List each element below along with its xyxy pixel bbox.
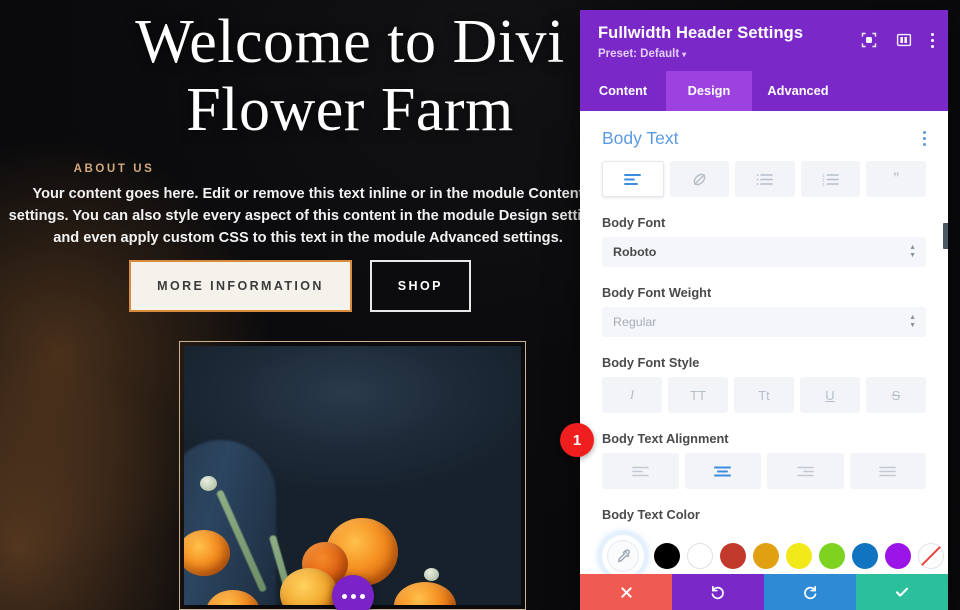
underline-icon[interactable]: U: [800, 377, 860, 413]
align-center-icon[interactable]: [684, 453, 761, 489]
body-text-section-header: Body Text: [596, 111, 932, 161]
swatch-purple[interactable]: [885, 543, 911, 569]
svg-text:3: 3: [822, 182, 825, 186]
panel-tabs: Content Design Advanced: [580, 71, 948, 111]
check-icon: [895, 587, 909, 597]
body-text-alignment-label: Body Text Alignment: [602, 431, 729, 446]
swatch-red[interactable]: [720, 543, 746, 569]
body-font-select[interactable]: Roboto ▲ ▼: [602, 237, 926, 267]
chevron-updown-icon: ▲ ▼: [909, 314, 916, 329]
panel-preset-label: Preset: Default: [598, 48, 680, 60]
swatch-orange[interactable]: [753, 543, 779, 569]
body-font-value: Roboto: [613, 245, 657, 259]
panel-action-bar: [580, 574, 948, 610]
redo-button[interactable]: [764, 574, 856, 610]
panel-scrollbar-track[interactable]: [943, 111, 948, 574]
screenshot-root: Welcome to Divi Flower Farm ABOUT US You…: [0, 0, 960, 610]
uppercase-icon[interactable]: TT: [668, 377, 728, 413]
flower-bud: [200, 476, 217, 491]
floating-options-button[interactable]: [332, 575, 374, 610]
ellipsis-icon: [359, 593, 365, 599]
strikethrough-icon[interactable]: S: [866, 377, 926, 413]
unordered-list-icon[interactable]: [735, 161, 795, 197]
shop-button[interactable]: SHOP: [369, 260, 471, 312]
capitalize-icon[interactable]: Tt: [734, 377, 794, 413]
redo-icon: [804, 585, 817, 600]
close-icon: [620, 586, 632, 598]
section-title: Body Text: [602, 128, 679, 148]
tab-content[interactable]: Content: [580, 71, 666, 111]
eyedropper-icon[interactable]: [602, 535, 644, 574]
link-icon[interactable]: [669, 161, 730, 197]
kebab-menu-icon[interactable]: [923, 131, 930, 146]
align-left-icon[interactable]: [602, 453, 679, 489]
flower-photo: [184, 346, 521, 605]
tab-advanced[interactable]: Advanced: [752, 71, 844, 111]
ordered-list-icon[interactable]: 1 2 3: [800, 161, 861, 197]
swatch-black[interactable]: [654, 543, 680, 569]
undo-icon: [711, 585, 724, 600]
hero-button-group: MORE INFORMATION SHOP: [0, 260, 600, 312]
paragraph-icon[interactable]: [602, 161, 664, 197]
body-text-color-label: Body Text Color: [602, 507, 700, 522]
save-button[interactable]: [856, 574, 948, 610]
swatch-white[interactable]: [687, 543, 713, 569]
swatch-blue[interactable]: [852, 543, 878, 569]
chevron-down-icon: ▾: [682, 50, 687, 59]
panel-header-icons: [861, 32, 934, 48]
swatch-yellow[interactable]: [786, 543, 812, 569]
panel-preset[interactable]: Preset: Default ▾: [598, 48, 930, 60]
body-font-style-label: Body Font Style: [602, 355, 700, 370]
blockquote-icon[interactable]: ”: [866, 161, 926, 197]
color-swatch-row: [596, 529, 944, 574]
layout-columns-icon[interactable]: [896, 32, 912, 48]
chevron-updown-icon: ▲ ▼: [909, 244, 916, 259]
panel-header: Fullwidth Header Settings Preset: Defaul…: [580, 10, 948, 71]
swatch-green[interactable]: [819, 543, 845, 569]
body-font-weight-select[interactable]: Regular ▲ ▼: [602, 307, 926, 337]
ellipsis-icon: [350, 593, 356, 599]
body-font-weight-value: Regular: [613, 315, 657, 329]
tab-design[interactable]: Design: [666, 71, 752, 111]
italic-icon[interactable]: I: [602, 377, 662, 413]
flower-bud: [424, 568, 439, 581]
focus-target-icon[interactable]: [861, 32, 877, 48]
more-information-button[interactable]: MORE INFORMATION: [129, 260, 352, 312]
cancel-button[interactable]: [580, 574, 672, 610]
about-us-label-text: ABOUT US: [73, 163, 155, 175]
body-font-weight-label: Body Font Weight: [602, 285, 712, 300]
panel-scrollbar-thumb[interactable]: [943, 223, 948, 249]
panel-body: Body Text 1 2 3 ” Body Font Roboto ▲ ▼ B…: [580, 111, 948, 574]
swatch-transparent[interactable]: [918, 543, 944, 569]
flower-bloom: [394, 582, 456, 605]
flower-photo-frame: [179, 341, 526, 610]
fullwidth-header-settings-panel: Fullwidth Header Settings Preset: Defaul…: [580, 10, 948, 610]
align-right-icon[interactable]: [767, 453, 844, 489]
body-text-alignment-group: [596, 453, 932, 489]
kebab-menu-icon[interactable]: [931, 32, 934, 48]
body-font-style-group: I TT Tt U S: [596, 377, 932, 413]
body-font-label: Body Font: [602, 215, 666, 230]
step-number-badge: 1: [560, 423, 594, 457]
undo-button[interactable]: [672, 574, 764, 610]
panel-scroll-content: Body Text 1 2 3 ” Body Font Roboto ▲ ▼ B…: [580, 111, 948, 574]
text-format-group: 1 2 3 ”: [596, 161, 932, 197]
about-us-label: ABOUT US: [0, 163, 580, 175]
about-body-text: Your content goes here. Edit or remove t…: [8, 186, 608, 246]
align-justify-icon[interactable]: [849, 453, 926, 489]
ellipsis-icon: [341, 593, 347, 599]
